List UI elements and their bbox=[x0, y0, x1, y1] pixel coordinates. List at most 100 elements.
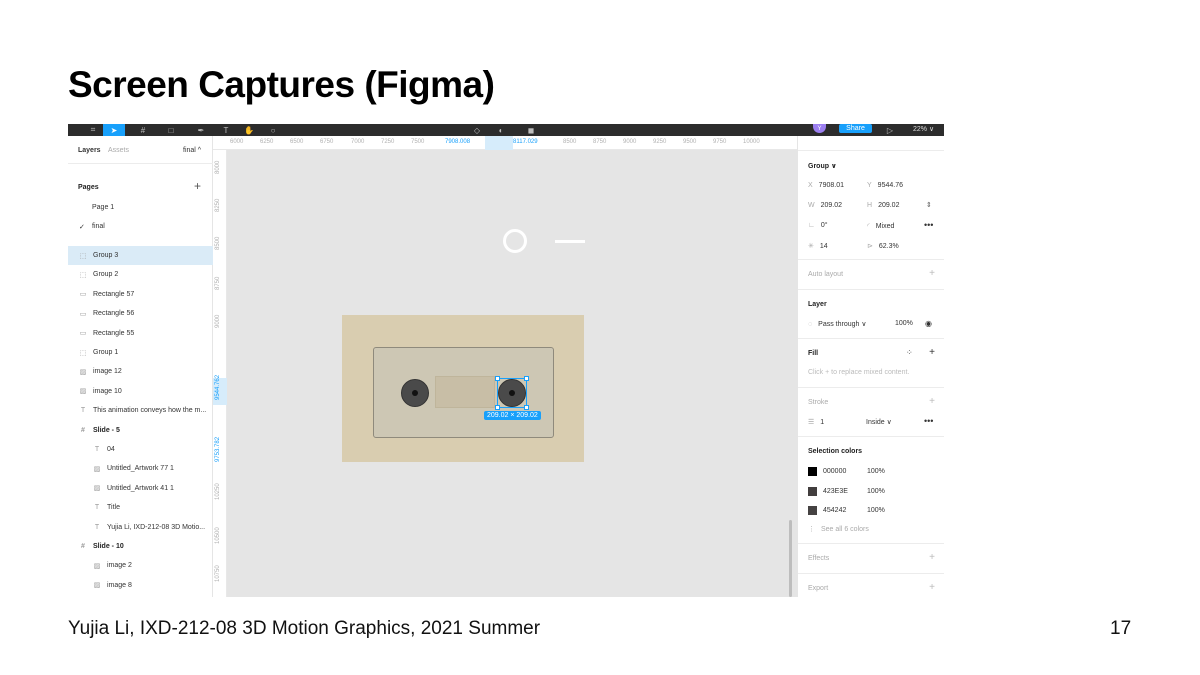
loading-circle-shape[interactable] bbox=[503, 229, 527, 253]
page-item-final[interactable]: ✓ final bbox=[68, 217, 213, 236]
y-field-key: Y bbox=[867, 182, 872, 189]
eye-icon[interactable]: ◉ bbox=[925, 319, 932, 328]
share-button[interactable]: Share bbox=[839, 124, 872, 133]
layer-row[interactable]: ⬚ Group 3 bbox=[68, 246, 213, 265]
add-fill-icon[interactable]: + bbox=[929, 347, 935, 358]
x-field[interactable]: X 7908.01 bbox=[808, 182, 844, 189]
layer-row[interactable]: ▭ Rectangle 57 bbox=[68, 285, 213, 304]
color-opacity-value[interactable]: 100% bbox=[867, 488, 885, 495]
layer-row[interactable]: ▭ Rectangle 56 bbox=[68, 304, 213, 323]
count-field[interactable]: ✳ 14 bbox=[808, 242, 828, 250]
styles-grid-icon[interactable]: ⁘ bbox=[906, 348, 913, 357]
resize-handle[interactable] bbox=[495, 405, 500, 410]
color-hex-value[interactable]: 454242 bbox=[823, 507, 846, 514]
layer-row[interactable]: ▨ image 10 bbox=[68, 382, 213, 401]
canvas-scrollbar[interactable] bbox=[789, 520, 792, 597]
canvas[interactable]: 209.02 × 209.02 bbox=[227, 150, 797, 597]
layer-row[interactable]: ▨image 6 bbox=[68, 595, 213, 597]
ratio-field[interactable]: ⊳ 62.3% bbox=[867, 242, 899, 250]
page-item-page-1[interactable]: Page 1 bbox=[68, 198, 213, 217]
add-export-icon[interactable]: + bbox=[929, 582, 935, 593]
ruler-tick-label: 8750 bbox=[593, 139, 607, 145]
color-opacity-value[interactable]: 100% bbox=[867, 468, 885, 475]
hand-tool-icon[interactable]: ✋ bbox=[242, 124, 256, 136]
pen-tool-icon[interactable]: ✒ bbox=[192, 124, 210, 136]
zoom-dropdown[interactable]: 22% ∨ bbox=[913, 124, 934, 134]
dash-shape[interactable] bbox=[555, 240, 585, 243]
layer-row[interactable]: ▨ Untitled_Artwork 41 1 bbox=[68, 479, 213, 498]
layer-row[interactable]: T Title bbox=[68, 498, 213, 517]
shape-tool-icon[interactable]: □ bbox=[162, 124, 180, 136]
height-field[interactable]: H 209.02 bbox=[867, 202, 899, 209]
layer-row[interactable]: ⬚ Group 1 bbox=[68, 343, 213, 362]
layer-row[interactable]: ▨ Untitled_Artwork 77 1 bbox=[68, 459, 213, 478]
add-stroke-icon[interactable]: + bbox=[929, 396, 935, 407]
artboard-background[interactable]: 209.02 × 209.02 bbox=[342, 315, 584, 462]
add-effect-icon[interactable]: + bbox=[929, 552, 935, 563]
tab-assets[interactable]: Assets bbox=[108, 147, 129, 154]
color-opacity-value[interactable]: 100% bbox=[867, 507, 885, 514]
left-reel-knob[interactable] bbox=[401, 379, 429, 407]
fill-hint: Click + to replace mixed content. bbox=[808, 369, 910, 376]
color-hex-value[interactable]: 423E3E bbox=[823, 488, 848, 495]
color-swatch[interactable] bbox=[808, 486, 817, 496]
stroke-more-icon[interactable]: ••• bbox=[924, 416, 933, 426]
color-swatch[interactable] bbox=[808, 467, 817, 476]
add-page-icon[interactable]: + bbox=[194, 179, 201, 193]
layer-label: image 12 bbox=[93, 368, 122, 376]
selection-bounding-box[interactable] bbox=[495, 376, 529, 410]
color-hex-value[interactable]: 000000 bbox=[823, 468, 846, 475]
layer-row[interactable]: T 04 bbox=[68, 440, 213, 459]
ruler-tick-label: 8500 bbox=[215, 236, 221, 250]
mask-icon[interactable]: ◐ bbox=[494, 124, 508, 136]
tab-layers[interactable]: Layers bbox=[78, 147, 101, 154]
blend-mode-dropdown[interactable]: ◌ Pass through ∨ bbox=[808, 320, 867, 328]
layer-row[interactable]: # Slide - 5 bbox=[68, 421, 213, 440]
stroke-position-dropdown[interactable]: Inside ∨ bbox=[866, 418, 892, 426]
y-field[interactable]: Y 9544.76 bbox=[867, 182, 903, 189]
resize-handle[interactable] bbox=[524, 405, 529, 410]
more-options-icon[interactable]: ••• bbox=[924, 220, 933, 230]
device-body[interactable]: 209.02 × 209.02 bbox=[373, 347, 554, 438]
layer-row[interactable]: T This animation conveys how the m... bbox=[68, 401, 213, 420]
rotation-field[interactable]: ∟ 0° bbox=[808, 222, 828, 229]
frame-tool-icon[interactable]: # bbox=[134, 124, 152, 136]
stroke-weight-icon: ☰ bbox=[808, 419, 815, 426]
constrain-proportions-icon[interactable]: ⇕ bbox=[926, 201, 932, 209]
avatar[interactable]: Y bbox=[813, 124, 826, 133]
ruler-tick-label: 8117.029 bbox=[513, 139, 538, 145]
main-menu-icon[interactable]: ⌗ bbox=[86, 124, 100, 136]
layer-row[interactable]: T Yujia Li, IXD-212-08 3D Motio... bbox=[68, 518, 213, 537]
add-auto-layout-icon[interactable]: + bbox=[929, 268, 935, 279]
width-field[interactable]: W 209.02 bbox=[808, 202, 842, 209]
boolean-ops-icon[interactable]: ◼ bbox=[520, 124, 542, 136]
see-all-colors-link[interactable]: ⋮ See all 6 colors bbox=[808, 525, 869, 533]
color-swatch[interactable] bbox=[808, 506, 817, 515]
corner-radius-field[interactable]: ◜ Mixed bbox=[867, 222, 894, 230]
layer-label: Group 2 bbox=[93, 271, 119, 279]
layer-row[interactable]: ▨ image 2 bbox=[68, 556, 213, 575]
group-heading[interactable]: Group ∨ bbox=[808, 162, 837, 170]
layer-row[interactable]: ▨ image 8 bbox=[68, 576, 213, 595]
resize-handle[interactable] bbox=[524, 376, 529, 381]
layer-label: Title bbox=[107, 504, 120, 512]
layer-row[interactable]: ▨ image 12 bbox=[68, 362, 213, 381]
stroke-weight-field[interactable]: ☰ 1 bbox=[808, 418, 824, 426]
layer-row[interactable]: ▭ Rectangle 55 bbox=[68, 324, 213, 343]
layer-label: This animation conveys how the m... bbox=[93, 407, 207, 415]
present-play-icon[interactable]: ▷ bbox=[883, 124, 897, 136]
device-window[interactable] bbox=[435, 376, 495, 408]
layer-opacity-field[interactable]: 100% bbox=[895, 320, 913, 327]
comment-tool-icon[interactable]: ○ bbox=[266, 124, 280, 136]
page-select[interactable]: final ^ bbox=[183, 147, 201, 154]
text-tool-icon[interactable]: T bbox=[220, 124, 232, 136]
ruler-tick-label: 8500 bbox=[563, 139, 577, 145]
move-tool-icon[interactable]: ➤ bbox=[103, 124, 125, 136]
width-field-value: 209.02 bbox=[820, 202, 843, 209]
ruler-tick-label: 10750 bbox=[215, 565, 221, 582]
layer-row[interactable]: # Slide - 10 bbox=[68, 537, 213, 556]
resize-handle[interactable] bbox=[495, 376, 500, 381]
layer-row[interactable]: ⬚ Group 2 bbox=[68, 265, 213, 284]
ruler-tick-label: 9250 bbox=[653, 139, 667, 145]
component-icon[interactable]: ◇ bbox=[470, 124, 484, 136]
